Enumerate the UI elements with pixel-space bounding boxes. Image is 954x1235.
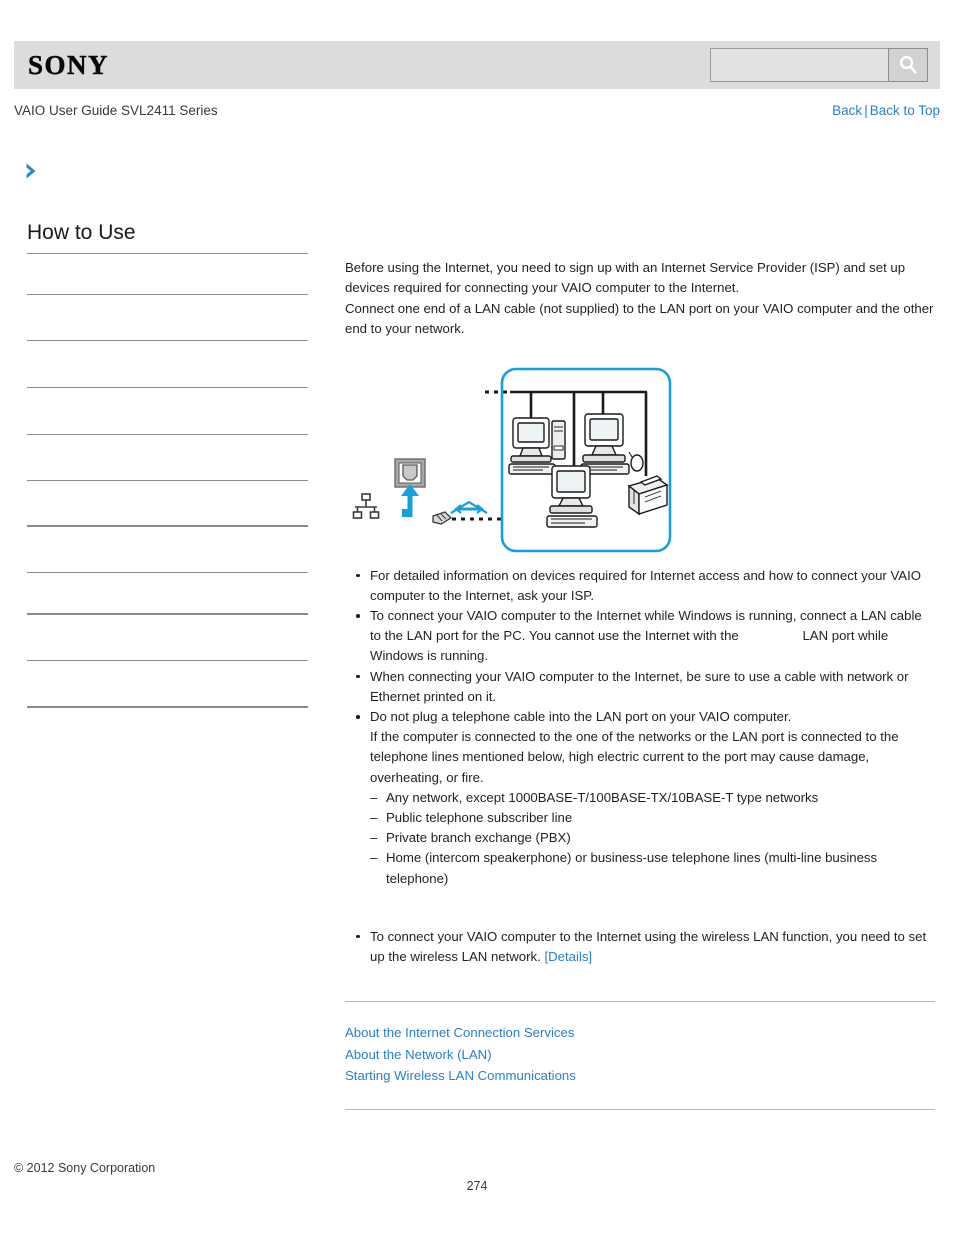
sidebar-item-8[interactable] [27, 573, 308, 613]
notes-list: For detailed information on devices requ… [345, 566, 935, 889]
sidebar-item-7[interactable] [27, 527, 308, 572]
desktop-computer-lower [546, 464, 598, 528]
related-link[interactable]: About the Internet Connection Services [345, 1025, 574, 1040]
header-nav: Back | Back to Top [832, 101, 940, 121]
printer [627, 474, 669, 515]
related-link[interactable]: Starting Wireless LAN Communications [345, 1068, 576, 1083]
sidebar-item-label [27, 435, 308, 438]
details-link[interactable]: [Details] [544, 949, 592, 964]
page-number: 274 [466, 1179, 488, 1193]
back-to-top-link[interactable]: Back to Top [870, 103, 940, 118]
sidebar-item-6[interactable] [27, 481, 308, 525]
telephone-line-item: Any network, except 1000BASE-T/100BASE-T… [370, 788, 935, 808]
breadcrumb [24, 162, 40, 184]
copyright-text: © 2012 Sony Corporation [14, 1161, 156, 1175]
lan-cable-connector [432, 510, 453, 525]
sidebar-item-label [27, 708, 308, 711]
telephone-line-item: Private branch exchange (PBX) [370, 828, 935, 848]
sidebar-item-9[interactable] [27, 615, 308, 660]
related-link-item: Starting Wireless LAN Communications [345, 1065, 935, 1087]
sidebar-item-label [27, 295, 308, 298]
sub-header: VAIO User Guide SVL2411 Series Back | Back… [14, 101, 940, 121]
site-header-bar: SONY [14, 41, 940, 89]
sidebar: How to Use [27, 218, 308, 753]
sidebar-item-label [27, 615, 308, 618]
lan-port-icon [394, 457, 426, 488]
sidebar-title: How to Use [27, 221, 136, 244]
telephone-line-text: Home (intercom speakerphone) or business… [386, 850, 878, 886]
telephone-line-item: Public telephone subscriber line [370, 808, 935, 828]
search-icon [897, 54, 919, 76]
sidebar-item-label [27, 341, 308, 344]
search-button[interactable] [888, 48, 928, 82]
guide-title: VAIO User Guide SVL2411 Series [14, 103, 218, 118]
sidebar-item-label [27, 573, 308, 576]
note-item-4: Do not plug a telephone cable into the L… [345, 707, 935, 889]
related-links-bottom-divider [345, 1108, 935, 1110]
sidebar-item-list [27, 253, 308, 753]
note-item-3: When connecting your VAIO computer to th… [345, 667, 935, 707]
sidebar-item-label [27, 661, 308, 664]
cable-double-arrow [450, 500, 488, 514]
sidebar-item-5[interactable] [27, 435, 308, 480]
telephone-line-item: Home (intercom speakerphone) or business… [370, 848, 935, 888]
sidebar-item-label [27, 254, 308, 257]
desktop-computer [508, 416, 556, 475]
search-area [710, 48, 928, 82]
intro-paragraph-2: Connect one end of a LAN cable (not supp… [345, 300, 934, 337]
back-link[interactable]: Back [832, 103, 862, 118]
sidebar-item-label [27, 388, 308, 391]
telephone-line-text: Any network, except 1000BASE-T/100BASE-T… [386, 789, 819, 805]
sidebar-item-2[interactable] [27, 295, 308, 340]
sidebar-item-label [27, 481, 308, 484]
network-topology-icon [352, 492, 380, 519]
search-input[interactable] [710, 48, 888, 82]
chevron-right-icon[interactable] [24, 162, 40, 185]
note-text: When connecting your VAIO computer to th… [370, 668, 909, 704]
related-link-item: About the Network (LAN) [345, 1044, 935, 1066]
note-item-1: For detailed information on devices requ… [345, 566, 935, 606]
wireless-note-list: To connect your VAIO computer to the Int… [345, 927, 935, 967]
nav-separator: | [864, 103, 868, 118]
sidebar-item-1[interactable] [27, 254, 308, 294]
intro-paragraph-1: Before using the Internet, you need to s… [345, 260, 906, 296]
sidebar-item-10[interactable] [27, 661, 308, 706]
tower-pc [551, 419, 566, 460]
desktop-computer-with-mouse [580, 412, 644, 475]
sidebar-item-label [27, 527, 308, 530]
note-text: Do not plug a telephone cable into the L… [370, 709, 792, 725]
wireless-note-item: To connect your VAIO computer to the Int… [345, 927, 935, 967]
note-continuation: If the computer is connected to the one … [370, 729, 899, 785]
related-link-item: About the Internet Connection Services [345, 1022, 935, 1044]
telephone-line-text: Private branch exchange (PBX) [386, 830, 571, 846]
related-links: About the Internet Connection Services Ab… [345, 1022, 935, 1087]
note-text: For detailed information on devices requ… [370, 567, 921, 603]
sidebar-item-3[interactable] [27, 341, 308, 387]
related-links-top-divider [345, 1001, 935, 1003]
sony-logo: SONY [28, 50, 110, 81]
up-arrow [401, 483, 419, 517]
sidebar-item-11[interactable] [27, 708, 308, 753]
telephone-line-text: Public telephone subscriber line [386, 810, 573, 826]
note-item-2: To connect your VAIO computer to the Int… [345, 606, 935, 667]
diagram-svg [352, 367, 672, 552]
wireless-note-text: To connect your VAIO computer to the Int… [370, 928, 927, 965]
sidebar-item-4[interactable] [27, 388, 308, 434]
related-link[interactable]: About the Network (LAN) [345, 1047, 492, 1062]
lan-connection-diagram [345, 366, 935, 566]
telephone-line-sublist: Any network, except 1000BASE-T/100BASE-T… [370, 788, 935, 889]
main-content: Before using the Internet, you need to s… [345, 258, 935, 1110]
